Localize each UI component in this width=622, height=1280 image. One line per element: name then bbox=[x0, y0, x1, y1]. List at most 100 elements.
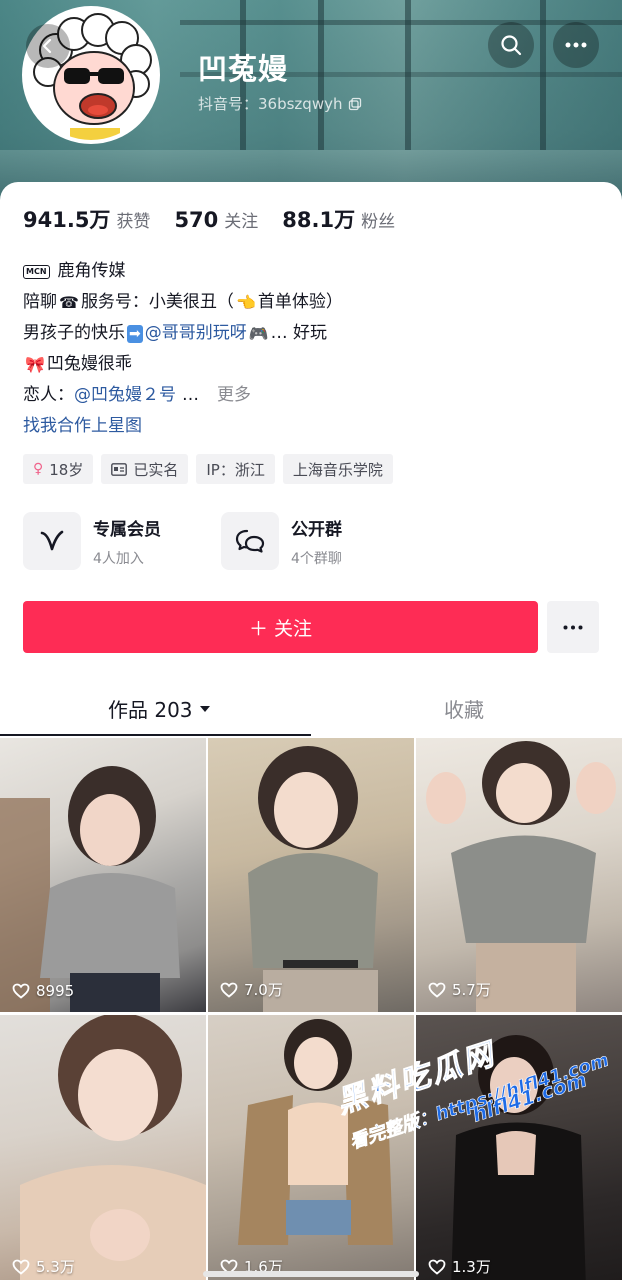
video-likes: 5.3万 bbox=[12, 1256, 75, 1277]
bio-text: … 好玩 bbox=[270, 323, 328, 343]
bio-more-link[interactable]: 更多 bbox=[217, 380, 251, 411]
pointing-hand-icon: 👈 bbox=[235, 293, 256, 312]
video-likes-count: 1.3万 bbox=[452, 1258, 491, 1276]
mcn-row[interactable]: MCN 鹿角传媒 bbox=[23, 256, 603, 287]
membership-title: 专属会员 bbox=[93, 519, 161, 540]
group-icon-box bbox=[221, 512, 279, 570]
douyin-id-text: 抖音号：36bszqwyh bbox=[198, 95, 343, 113]
douyin-id[interactable]: 抖音号：36bszqwyh bbox=[198, 93, 362, 114]
mention-link[interactable]: @凹兔嫚２号 bbox=[74, 380, 176, 411]
stat-number: 570 bbox=[174, 208, 219, 232]
stat-label: 获赞 bbox=[116, 212, 151, 232]
heart-icon bbox=[428, 1259, 446, 1275]
mcn-name: 鹿角传媒 bbox=[57, 261, 126, 281]
stat-number: 88.1万 bbox=[282, 208, 356, 232]
profile-bio: MCN 鹿角传媒 陪聊 ☎ 服务号：小美很丑（ 👈 首单体验） 男孩子的快乐 ➡… bbox=[23, 256, 603, 442]
copy-icon[interactable] bbox=[348, 97, 362, 111]
stat-likes: 941.5万 获赞 bbox=[23, 204, 150, 234]
stat-label: 粉丝 bbox=[361, 212, 396, 232]
video-likes-count: 7.0万 bbox=[244, 981, 283, 999]
content-tabs: 作品 203 收藏 bbox=[0, 682, 622, 736]
follow-button[interactable]: ＋ 关注 bbox=[23, 601, 538, 653]
group-subtitle: 4个群聊 bbox=[291, 550, 342, 567]
star-cooperation-link[interactable]: 找我合作上星图 bbox=[23, 411, 142, 442]
mention-link[interactable]: @哥哥别玩呀 bbox=[145, 318, 247, 349]
video-grid: 8995 7.0万 5.7万 5.3万 1.6万 1.3万 bbox=[0, 738, 622, 1280]
bio-text: 首单体验） bbox=[257, 292, 343, 312]
tag-age: ♀ 18岁 bbox=[23, 454, 94, 484]
bio-text: 恋人： bbox=[23, 385, 74, 405]
mcn-badge: MCN bbox=[23, 264, 50, 279]
public-group-entry[interactable]: 公开群 4个群聊 bbox=[221, 512, 342, 570]
gamepad-icon: 🎮 bbox=[248, 324, 269, 343]
bio-text: 男孩子的快乐 bbox=[23, 323, 125, 343]
more-options-button[interactable] bbox=[553, 22, 599, 68]
membership-v-icon bbox=[40, 530, 64, 551]
video-preview-figure bbox=[238, 1019, 393, 1245]
home-indicator[interactable] bbox=[203, 1271, 419, 1277]
id-card-icon bbox=[111, 462, 128, 476]
ellipsis-icon bbox=[563, 625, 583, 629]
group-title: 公开群 bbox=[291, 519, 342, 540]
tag-school[interactable]: 上海音乐学院 bbox=[282, 454, 393, 484]
bio-line: 陪聊 ☎ 服务号：小美很丑（ 👈 首单体验） bbox=[23, 287, 603, 318]
video-thumbnail[interactable]: 8995 bbox=[0, 738, 206, 1012]
search-button[interactable] bbox=[488, 22, 534, 68]
group-chat-icon bbox=[235, 529, 265, 553]
exclusive-membership-entry[interactable]: 专属会员 4人加入 bbox=[23, 512, 161, 570]
profile-nickname: 凹菟嫚 bbox=[198, 52, 289, 86]
heart-icon bbox=[12, 983, 30, 999]
active-tab-indicator bbox=[0, 734, 311, 736]
tab-favorites-label: 收藏 bbox=[444, 698, 484, 722]
video-preview-figure bbox=[248, 746, 378, 1012]
video-likes: 5.7万 bbox=[428, 979, 491, 1000]
bio-line: 恋人： @凹兔嫚２号 … 更多 bbox=[23, 380, 603, 411]
bio-line: 🎀 凹兔嫚很乖 bbox=[23, 349, 603, 380]
tag-label: 18岁 bbox=[49, 460, 84, 479]
tag-ip-location: IP：浙江 bbox=[196, 454, 275, 484]
video-preview-figure bbox=[426, 741, 616, 1012]
tag-label: IP：浙江 bbox=[206, 460, 265, 479]
membership-subtitle: 4人加入 bbox=[93, 550, 144, 567]
video-thumbnail[interactable]: 5.3万 bbox=[0, 1015, 206, 1280]
chevron-left-icon bbox=[42, 38, 52, 54]
video-preview-figure bbox=[0, 766, 180, 1012]
membership-icon-box bbox=[23, 512, 81, 570]
caret-down-icon bbox=[199, 705, 210, 712]
video-likes: 8995 bbox=[12, 982, 74, 1000]
video-thumbnail[interactable]: 5.7万 bbox=[416, 738, 622, 1012]
stat-number: 941.5万 bbox=[23, 208, 111, 232]
tab-works-label: 作品 203 bbox=[108, 698, 193, 722]
stat-label: 关注 bbox=[224, 212, 259, 232]
video-likes: 1.3万 bbox=[428, 1256, 491, 1277]
tag-label: 上海音乐学院 bbox=[292, 460, 383, 479]
back-button[interactable] bbox=[26, 24, 70, 68]
video-preview-figure bbox=[20, 1015, 206, 1280]
video-thumbnail[interactable]: 1.3万 bbox=[416, 1015, 622, 1280]
tag-verified: 已实名 bbox=[101, 454, 189, 484]
bio-text: 凹兔嫚很乖 bbox=[46, 354, 132, 374]
bio-text: … bbox=[182, 385, 199, 405]
follow-more-button[interactable] bbox=[547, 601, 599, 653]
video-likes-count: 8995 bbox=[36, 982, 75, 1000]
ribbon-icon: 🎀 bbox=[25, 355, 45, 374]
video-likes-count: 5.7万 bbox=[452, 981, 491, 999]
bio-text: 服务号：小美很丑（ bbox=[80, 292, 234, 312]
ellipsis-icon bbox=[565, 42, 587, 48]
profile-card: 941.5万 获赞 570 关注 88.1万 粉丝 MCN 鹿角传媒 陪聊 ☎ … bbox=[0, 182, 622, 742]
video-likes: 7.0万 bbox=[220, 979, 283, 1000]
heart-icon bbox=[220, 982, 238, 998]
bio-line: 男孩子的快乐 ➡ @哥哥别玩呀 🎮 … 好玩 bbox=[23, 318, 603, 349]
stat-followers[interactable]: 88.1万 粉丝 bbox=[282, 204, 395, 234]
stat-following[interactable]: 570 关注 bbox=[174, 207, 258, 232]
stats-row: 941.5万 获赞 570 关注 88.1万 粉丝 bbox=[23, 204, 419, 234]
female-icon: ♀ bbox=[33, 461, 44, 477]
bio-line: 找我合作上星图 bbox=[23, 411, 603, 442]
video-likes-count: 5.3万 bbox=[36, 1258, 75, 1276]
tab-favorites[interactable]: 收藏 bbox=[444, 694, 484, 723]
tab-works[interactable]: 作品 203 bbox=[108, 694, 211, 723]
video-thumbnail[interactable]: 1.6万 bbox=[208, 1015, 414, 1280]
heart-icon bbox=[12, 1259, 30, 1275]
video-thumbnail[interactable]: 7.0万 bbox=[208, 738, 414, 1012]
profile-tags: ♀ 18岁 已实名 IP：浙江 上海音乐学院 bbox=[23, 454, 393, 484]
